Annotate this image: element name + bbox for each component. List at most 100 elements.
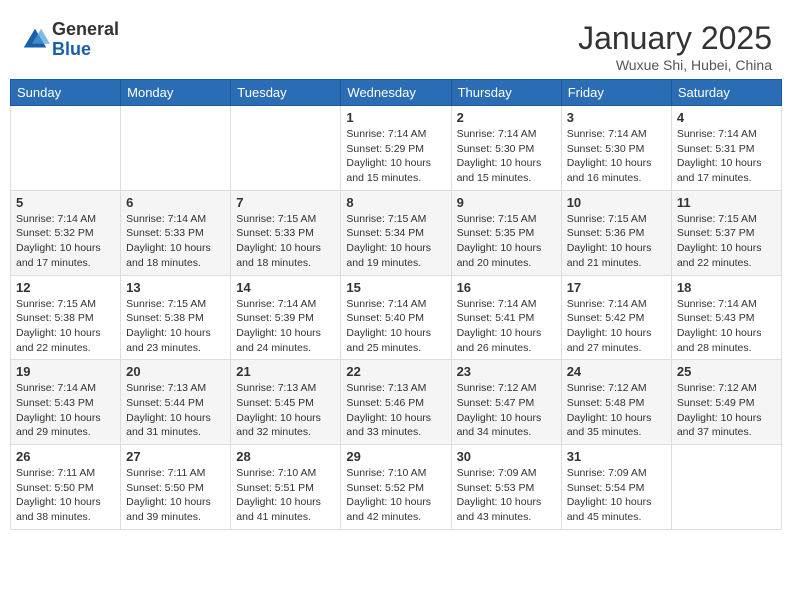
day-number: 23: [457, 364, 556, 379]
day-info: Sunrise: 7:10 AM Sunset: 5:51 PM Dayligh…: [236, 466, 335, 525]
day-info: Sunrise: 7:14 AM Sunset: 5:30 PM Dayligh…: [567, 127, 666, 186]
weekday-header-thursday: Thursday: [451, 80, 561, 106]
calendar-cell: 3 Sunrise: 7:14 AM Sunset: 5:30 PM Daylig…: [561, 106, 671, 191]
calendar-cell: [671, 445, 781, 530]
calendar-cell: 30Sunrise: 7:09 AM Sunset: 5:53 PM Dayli…: [451, 445, 561, 530]
day-info: Sunrise: 7:14 AM Sunset: 5:42 PM Dayligh…: [567, 297, 666, 356]
day-number: 11: [677, 195, 776, 210]
day-info: Sunrise: 7:14 AM Sunset: 5:32 PM Dayligh…: [16, 212, 115, 271]
calendar-cell: 22Sunrise: 7:13 AM Sunset: 5:46 PM Dayli…: [341, 360, 451, 445]
day-info: Sunrise: 7:14 AM Sunset: 5:43 PM Dayligh…: [16, 381, 115, 440]
month-title: January 2025: [578, 20, 772, 57]
day-number: 3: [567, 110, 666, 125]
calendar-cell: [11, 106, 121, 191]
calendar-cell: 7 Sunrise: 7:15 AM Sunset: 5:33 PM Daylig…: [231, 190, 341, 275]
calendar-cell: [121, 106, 231, 191]
calendar-cell: [231, 106, 341, 191]
calendar-cell: 6 Sunrise: 7:14 AM Sunset: 5:33 PM Daylig…: [121, 190, 231, 275]
calendar-cell: 5Sunrise: 7:14 AM Sunset: 5:32 PM Daylig…: [11, 190, 121, 275]
day-info: Sunrise: 7:14 AM Sunset: 5:31 PM Dayligh…: [677, 127, 776, 186]
calendar-cell: 23 Sunrise: 7:12 AM Sunset: 5:47 PM Dayli…: [451, 360, 561, 445]
weekday-header-row: SundayMondayTuesdayWednesdayThursdayFrid…: [11, 80, 782, 106]
day-info: Sunrise: 7:14 AM Sunset: 5:33 PM Dayligh…: [126, 212, 225, 271]
calendar-cell: 14 Sunrise: 7:14 AM Sunset: 5:39 PM Dayli…: [231, 275, 341, 360]
day-info: Sunrise: 7:14 AM Sunset: 5:43 PM Dayligh…: [677, 297, 776, 356]
day-info: Sunrise: 7:12 AM Sunset: 5:48 PM Dayligh…: [567, 381, 666, 440]
day-number: 29: [346, 449, 445, 464]
logo: General Blue: [20, 20, 119, 60]
day-number: 8: [346, 195, 445, 210]
weekday-header-sunday: Sunday: [11, 80, 121, 106]
day-number: 28: [236, 449, 335, 464]
day-number: 12: [16, 280, 115, 295]
day-info: Sunrise: 7:13 AM Sunset: 5:45 PM Dayligh…: [236, 381, 335, 440]
weekday-header-friday: Friday: [561, 80, 671, 106]
day-info: Sunrise: 7:12 AM Sunset: 5:47 PM Dayligh…: [457, 381, 556, 440]
weekday-header-saturday: Saturday: [671, 80, 781, 106]
weekday-header-wednesday: Wednesday: [341, 80, 451, 106]
logo-icon: [20, 25, 50, 55]
calendar-week-1: 1 Sunrise: 7:14 AM Sunset: 5:29 PM Daylig…: [11, 106, 782, 191]
day-info: Sunrise: 7:14 AM Sunset: 5:40 PM Dayligh…: [346, 297, 445, 356]
day-info: Sunrise: 7:14 AM Sunset: 5:41 PM Dayligh…: [457, 297, 556, 356]
day-info: Sunrise: 7:14 AM Sunset: 5:39 PM Dayligh…: [236, 297, 335, 356]
day-number: 1: [346, 110, 445, 125]
calendar-cell: 17 Sunrise: 7:14 AM Sunset: 5:42 PM Dayli…: [561, 275, 671, 360]
day-number: 15: [346, 280, 445, 295]
calendar-cell: 18 Sunrise: 7:14 AM Sunset: 5:43 PM Dayli…: [671, 275, 781, 360]
calendar-week-3: 12 Sunrise: 7:15 AM Sunset: 5:38 PM Dayli…: [11, 275, 782, 360]
title-block: January 2025 Wuxue Shi, Hubei, China: [578, 20, 772, 73]
day-info: Sunrise: 7:15 AM Sunset: 5:33 PM Dayligh…: [236, 212, 335, 271]
calendar-cell: 27Sunrise: 7:11 AM Sunset: 5:50 PM Dayli…: [121, 445, 231, 530]
day-number: 25: [677, 364, 776, 379]
day-info: Sunrise: 7:14 AM Sunset: 5:29 PM Dayligh…: [346, 127, 445, 186]
calendar-week-2: 5Sunrise: 7:14 AM Sunset: 5:32 PM Daylig…: [11, 190, 782, 275]
day-number: 19: [16, 364, 115, 379]
day-number: 6: [126, 195, 225, 210]
logo-blue-text: Blue: [52, 40, 119, 60]
calendar-cell: 2 Sunrise: 7:14 AM Sunset: 5:30 PM Daylig…: [451, 106, 561, 191]
day-number: 21: [236, 364, 335, 379]
day-number: 10: [567, 195, 666, 210]
day-info: Sunrise: 7:10 AM Sunset: 5:52 PM Dayligh…: [346, 466, 445, 525]
day-number: 18: [677, 280, 776, 295]
day-info: Sunrise: 7:15 AM Sunset: 5:38 PM Dayligh…: [126, 297, 225, 356]
day-number: 31: [567, 449, 666, 464]
day-number: 7: [236, 195, 335, 210]
day-info: Sunrise: 7:14 AM Sunset: 5:30 PM Dayligh…: [457, 127, 556, 186]
day-info: Sunrise: 7:15 AM Sunset: 5:37 PM Dayligh…: [677, 212, 776, 271]
calendar-cell: 11 Sunrise: 7:15 AM Sunset: 5:37 PM Dayli…: [671, 190, 781, 275]
logo-general-text: General: [52, 20, 119, 40]
day-info: Sunrise: 7:09 AM Sunset: 5:53 PM Dayligh…: [457, 466, 556, 525]
weekday-header-tuesday: Tuesday: [231, 80, 341, 106]
calendar-cell: 13Sunrise: 7:15 AM Sunset: 5:38 PM Dayli…: [121, 275, 231, 360]
day-info: Sunrise: 7:11 AM Sunset: 5:50 PM Dayligh…: [126, 466, 225, 525]
day-number: 9: [457, 195, 556, 210]
calendar-cell: 29 Sunrise: 7:10 AM Sunset: 5:52 PM Dayli…: [341, 445, 451, 530]
calendar-cell: 15 Sunrise: 7:14 AM Sunset: 5:40 PM Dayli…: [341, 275, 451, 360]
calendar-cell: 8Sunrise: 7:15 AM Sunset: 5:34 PM Daylig…: [341, 190, 451, 275]
calendar-cell: 21 Sunrise: 7:13 AM Sunset: 5:45 PM Dayli…: [231, 360, 341, 445]
day-number: 22: [346, 364, 445, 379]
day-number: 16: [457, 280, 556, 295]
day-number: 14: [236, 280, 335, 295]
calendar-cell: 25 Sunrise: 7:12 AM Sunset: 5:49 PM Dayli…: [671, 360, 781, 445]
calendar-cell: 10Sunrise: 7:15 AM Sunset: 5:36 PM Dayli…: [561, 190, 671, 275]
page-header: General Blue January 2025 Wuxue Shi, Hub…: [10, 10, 782, 79]
day-info: Sunrise: 7:15 AM Sunset: 5:38 PM Dayligh…: [16, 297, 115, 356]
day-number: 2: [457, 110, 556, 125]
calendar-cell: 16 Sunrise: 7:14 AM Sunset: 5:41 PM Dayli…: [451, 275, 561, 360]
day-number: 26: [16, 449, 115, 464]
calendar-table: SundayMondayTuesdayWednesdayThursdayFrid…: [10, 79, 782, 530]
day-number: 17: [567, 280, 666, 295]
calendar-cell: 24Sunrise: 7:12 AM Sunset: 5:48 PM Dayli…: [561, 360, 671, 445]
calendar-cell: 31 Sunrise: 7:09 AM Sunset: 5:54 PM Dayli…: [561, 445, 671, 530]
calendar-cell: 26Sunrise: 7:11 AM Sunset: 5:50 PM Dayli…: [11, 445, 121, 530]
day-info: Sunrise: 7:13 AM Sunset: 5:44 PM Dayligh…: [126, 381, 225, 440]
calendar-cell: 19 Sunrise: 7:14 AM Sunset: 5:43 PM Dayli…: [11, 360, 121, 445]
day-info: Sunrise: 7:12 AM Sunset: 5:49 PM Dayligh…: [677, 381, 776, 440]
day-info: Sunrise: 7:09 AM Sunset: 5:54 PM Dayligh…: [567, 466, 666, 525]
day-number: 4: [677, 110, 776, 125]
day-number: 20: [126, 364, 225, 379]
day-info: Sunrise: 7:15 AM Sunset: 5:35 PM Dayligh…: [457, 212, 556, 271]
